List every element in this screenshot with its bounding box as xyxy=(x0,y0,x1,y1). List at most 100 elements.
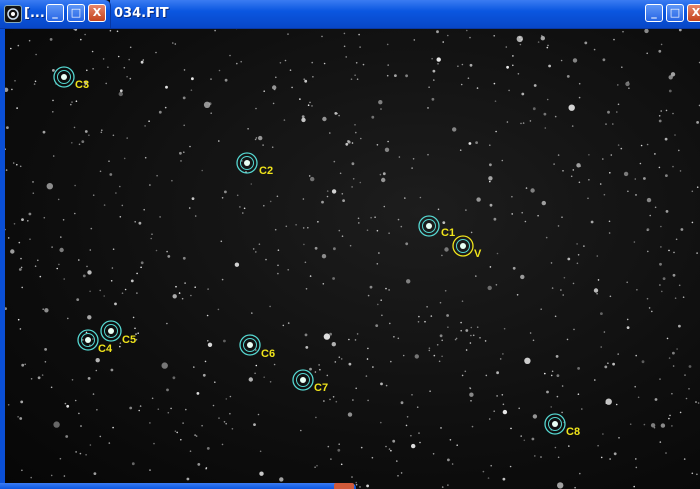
field-star xyxy=(576,262,579,265)
field-star xyxy=(517,73,520,75)
close-button[interactable]: X xyxy=(88,4,106,22)
field-star xyxy=(658,49,662,53)
field-star xyxy=(115,192,117,194)
field-star xyxy=(243,207,246,210)
field-star xyxy=(265,258,267,261)
field-star xyxy=(153,442,155,445)
field-star xyxy=(433,79,435,81)
field-star xyxy=(309,101,311,104)
field-star xyxy=(126,137,128,139)
field-star xyxy=(531,437,535,441)
field-star xyxy=(110,280,113,282)
field-star xyxy=(367,294,370,297)
field-star xyxy=(668,249,670,252)
field-star xyxy=(272,102,275,105)
field-star xyxy=(577,393,580,396)
field-star xyxy=(171,179,173,182)
field-star xyxy=(496,252,499,255)
field-star xyxy=(80,425,82,427)
field-star xyxy=(466,29,468,32)
field-star xyxy=(613,38,615,41)
field-star xyxy=(193,366,195,368)
field-star xyxy=(469,36,471,39)
field-star xyxy=(49,38,53,41)
field-star xyxy=(326,374,329,377)
field-star xyxy=(674,297,677,300)
field-star xyxy=(323,400,325,402)
field-star xyxy=(411,443,416,449)
field-star xyxy=(666,337,669,340)
field-star xyxy=(144,156,147,159)
field-star xyxy=(406,416,409,418)
field-star xyxy=(18,268,22,271)
field-star xyxy=(659,284,661,286)
field-star xyxy=(640,144,643,147)
field-star xyxy=(59,457,62,460)
field-star xyxy=(172,294,177,299)
underlying-window-titlebar[interactable] xyxy=(0,483,356,489)
field-star xyxy=(131,462,135,466)
field-star xyxy=(123,157,126,160)
field-star xyxy=(108,160,110,162)
field-star xyxy=(431,97,435,101)
field-star xyxy=(573,328,575,331)
fits-image-area[interactable]: C1 C2 C3 C4 C5 C6 C7 C8 V xyxy=(0,28,700,489)
field-star xyxy=(581,408,583,410)
field-star xyxy=(229,54,231,57)
field-star xyxy=(617,144,620,146)
maximize-button[interactable]: □ xyxy=(666,4,684,22)
app-window-titlebar[interactable]: [... _ □ X xyxy=(0,0,111,29)
field-star xyxy=(172,376,176,380)
star-marker-c8[interactable]: C8 xyxy=(544,413,580,438)
field-star xyxy=(438,360,441,363)
star-marker-c7[interactable]: C7 xyxy=(292,369,328,394)
field-star xyxy=(75,451,77,453)
star-marker-c6[interactable]: C6 xyxy=(239,334,275,360)
field-star xyxy=(178,292,181,294)
field-star xyxy=(58,263,60,266)
field-star xyxy=(502,403,505,406)
field-star xyxy=(18,241,21,244)
minimize-button[interactable]: _ xyxy=(645,4,663,22)
field-star xyxy=(369,285,373,289)
star-marker-c4[interactable]: C4 xyxy=(77,329,113,355)
field-star xyxy=(398,156,401,158)
field-star xyxy=(568,445,570,447)
field-star xyxy=(32,181,34,183)
star-marker-c1[interactable]: C1 xyxy=(418,215,455,239)
app-icon[interactable] xyxy=(4,5,22,23)
field-star xyxy=(21,286,24,289)
field-star xyxy=(566,338,569,341)
field-star xyxy=(134,221,136,223)
star-marker-c3[interactable]: C3 xyxy=(53,66,89,91)
field-star xyxy=(608,232,611,234)
field-star xyxy=(674,134,676,136)
field-star xyxy=(225,422,227,425)
close-button[interactable]: X xyxy=(687,4,700,22)
field-star xyxy=(92,194,95,196)
field-star xyxy=(366,484,369,488)
field-star xyxy=(516,35,523,43)
field-star xyxy=(550,406,552,408)
field-star xyxy=(522,122,525,124)
close-button[interactable] xyxy=(334,483,354,489)
field-star xyxy=(627,190,629,193)
field-star xyxy=(157,408,160,411)
star-marker-v[interactable]: V xyxy=(452,235,482,260)
field-star xyxy=(136,292,138,294)
field-star xyxy=(427,107,429,109)
image-window-titlebar[interactable]: 034.FIT _ □ X xyxy=(110,0,700,29)
field-star xyxy=(50,474,53,477)
field-star xyxy=(167,411,170,414)
maximize-button[interactable]: □ xyxy=(67,4,85,22)
field-star xyxy=(76,298,80,301)
field-star xyxy=(659,378,661,380)
field-star xyxy=(534,455,536,457)
field-star xyxy=(7,237,10,239)
star-marker-c2[interactable]: C2 xyxy=(236,152,273,177)
minimize-button[interactable]: _ xyxy=(46,4,64,22)
field-star xyxy=(593,288,599,293)
field-star xyxy=(671,425,673,427)
field-star xyxy=(354,339,357,341)
field-star xyxy=(618,437,620,439)
